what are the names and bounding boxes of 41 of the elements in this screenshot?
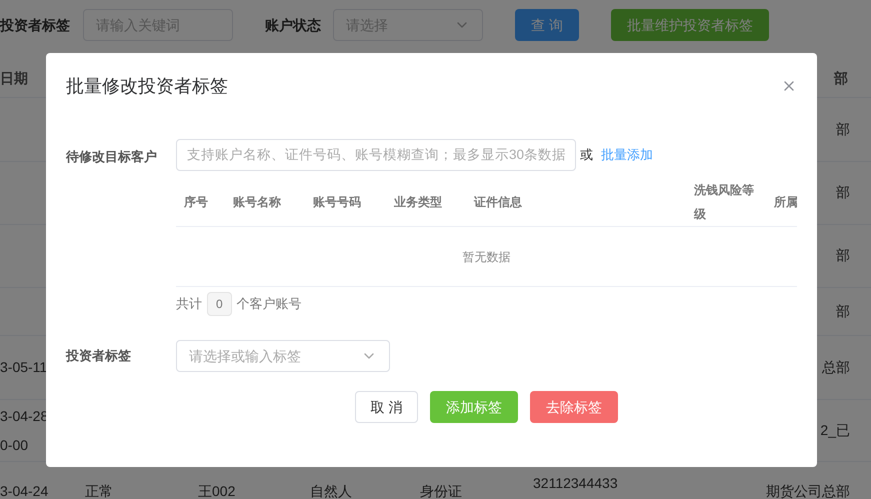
or-text: 或: [580, 146, 593, 164]
column-header: 洗钱风险等级: [694, 182, 755, 222]
remove-tag-button[interactable]: 去除标签: [530, 391, 618, 423]
table-cell: 部: [836, 302, 850, 318]
count-label: 个客户账号: [236, 295, 302, 314]
filter-label: 账户状态: [265, 16, 322, 34]
table-cell: 正常: [85, 482, 113, 498]
table-cell: 自然人: [310, 482, 352, 498]
table-cell-text: 3-04-24: [0, 482, 48, 499]
form-label: 待修改目标客户: [66, 148, 158, 166]
table-cell: 部: [836, 184, 850, 200]
form-label: 投资者标签: [66, 347, 132, 366]
table-cell-text: 0-00: [0, 436, 28, 454]
table-cell: 身份证: [420, 482, 462, 498]
column-header: 账号名称: [233, 194, 282, 210]
count-badge: 0: [207, 292, 232, 316]
table-cell: 2_已: [820, 422, 850, 438]
column-header: 证件信息: [474, 194, 523, 210]
query-button[interactable]: 查 询: [515, 9, 579, 41]
table-cell-text: 3-05-11: [0, 358, 48, 377]
table-cell-text: 32112344433: [533, 474, 619, 493]
column-header: 部: [834, 69, 848, 88]
cancel-button[interactable]: 取 消: [355, 391, 418, 423]
dialog-title: 批量修改投资者标签: [66, 74, 228, 98]
column-header: 日期: [0, 69, 28, 88]
batch-tag-button[interactable]: 批量维护投资者标签: [611, 9, 769, 41]
table-cell: 部: [836, 120, 850, 136]
add-tag-button[interactable]: 添加标签: [430, 391, 518, 423]
tag-select[interactable]: 请选择或输入标签: [176, 340, 390, 372]
empty-text: 暂无数据: [462, 248, 510, 266]
batch-add-link[interactable]: 批量添加: [601, 145, 653, 165]
table-cell: 王002: [198, 482, 236, 498]
column-header: 序号: [184, 194, 209, 210]
table-cell: 总部: [822, 358, 850, 374]
table-cell: 部: [836, 247, 850, 263]
column-header: 所属: [774, 194, 797, 210]
count-label: 共计: [176, 295, 202, 314]
column-header: 业务类型: [394, 194, 443, 210]
customer-search-field[interactable]: 支持账户名称、证件号码、账号模糊查询；最多显示30条数据: [176, 139, 576, 171]
column-header: 账号号码: [313, 194, 362, 210]
table-cell: 期货公司总部: [766, 482, 850, 498]
